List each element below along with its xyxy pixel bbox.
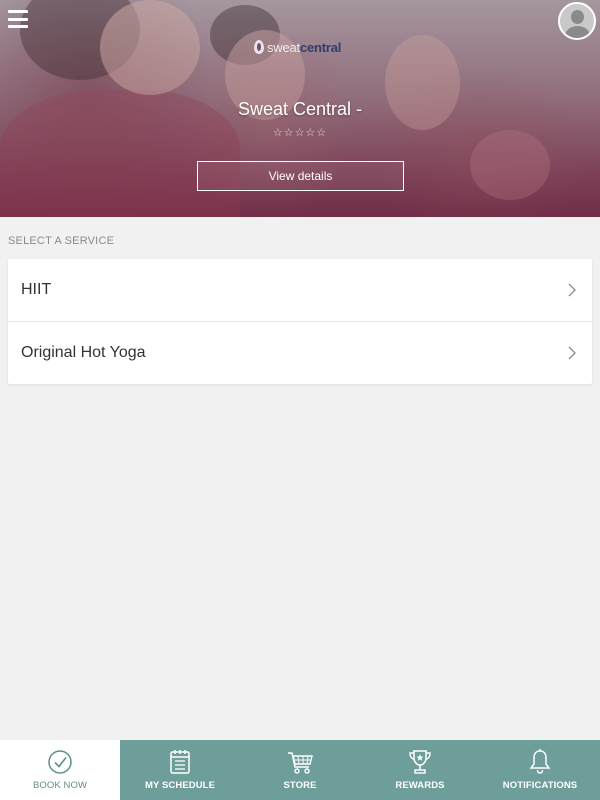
service-item-hiit[interactable]: HIIT <box>8 259 592 321</box>
nav-rewards[interactable]: REWARDS <box>360 740 480 800</box>
check-circle-icon <box>48 750 72 774</box>
service-name: HIIT <box>21 281 52 298</box>
nav-store[interactable]: STORE <box>240 740 360 800</box>
profile-avatar[interactable] <box>558 2 596 40</box>
studio-logo: sweatcentral <box>254 36 341 58</box>
rating-stars: ☆☆☆☆☆ <box>272 127 328 139</box>
hamburger-menu-icon[interactable] <box>8 10 28 28</box>
studio-hero: sweatcentral Sweat Central - ☆☆☆☆☆ View … <box>0 0 600 217</box>
bottom-navigation: BOOK NOW MY SCHEDULE STORE REWARDS NOTIF… <box>0 740 600 800</box>
nav-notifications[interactable]: NOTIFICATIONS <box>480 740 600 800</box>
nav-my-schedule[interactable]: MY SCHEDULE <box>120 740 240 800</box>
bell-icon <box>529 749 551 774</box>
section-label: SELECT A SERVICE <box>8 235 115 247</box>
cart-icon <box>288 752 313 774</box>
chevron-right-icon <box>568 346 576 360</box>
studio-name: Sweat Central - <box>237 99 363 119</box>
trophy-icon <box>409 750 431 774</box>
chevron-right-icon <box>568 283 576 297</box>
calendar-icon <box>170 750 190 774</box>
service-item-original-hot-yoga[interactable]: Original Hot Yoga <box>8 321 592 384</box>
view-details-button[interactable]: View details <box>197 161 404 191</box>
service-name: Original Hot Yoga <box>21 344 146 361</box>
nav-book-now[interactable]: BOOK NOW <box>0 740 120 800</box>
service-list: HIIT Original Hot Yoga <box>8 259 592 384</box>
droplet-icon <box>254 40 264 54</box>
